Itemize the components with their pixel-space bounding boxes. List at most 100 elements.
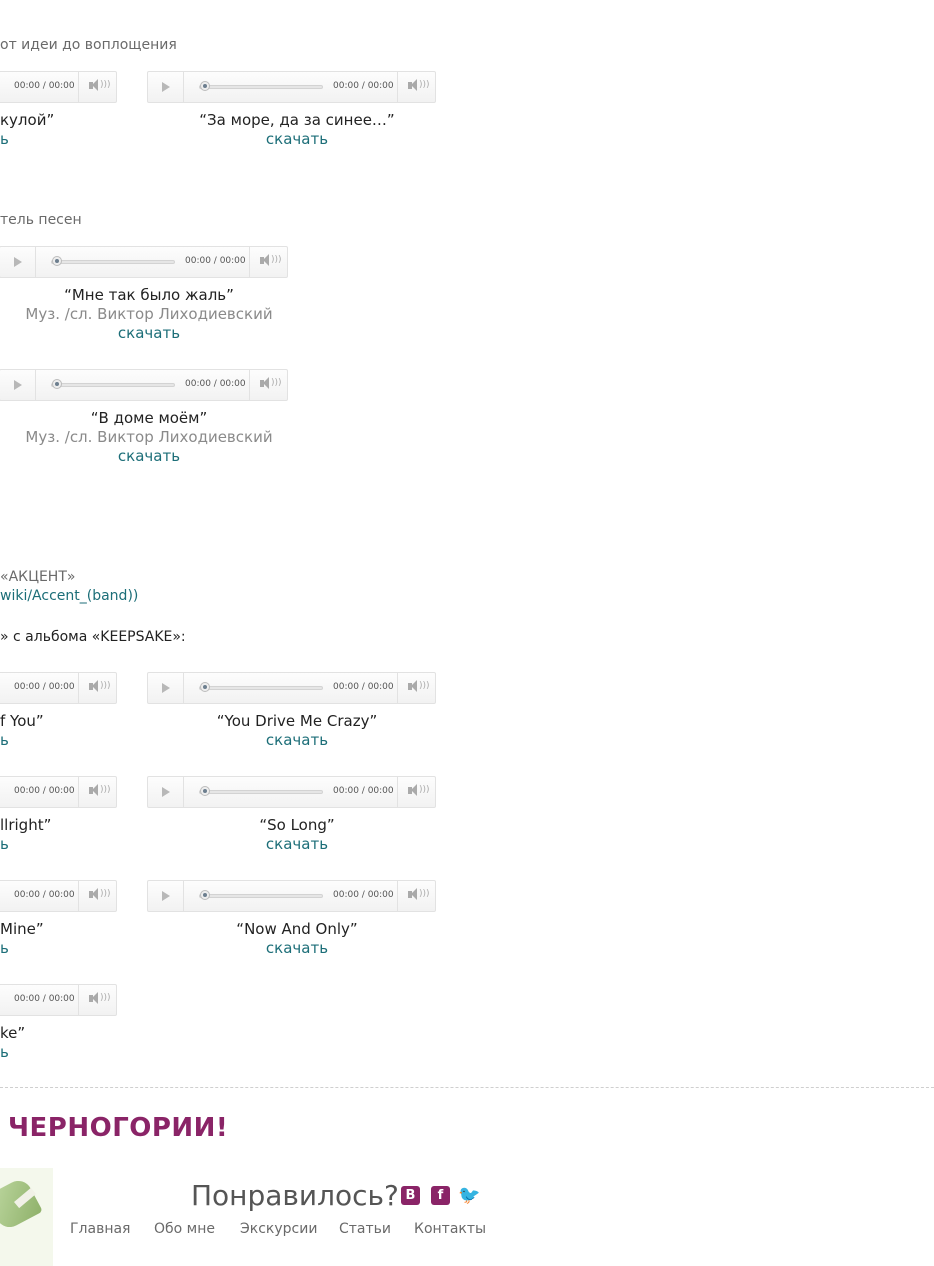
volume-button[interactable]: ))) [397, 673, 435, 703]
play-button[interactable] [148, 673, 184, 703]
progress-handle[interactable] [200, 890, 210, 900]
time-display: 00:00 / 00:00 [333, 682, 394, 692]
time-display: 00:00 / 00:00 [14, 682, 75, 692]
play-button[interactable] [148, 881, 184, 911]
time-display: 00:00 / 00:00 [14, 786, 75, 796]
twitter-icon[interactable]: 🐦 [458, 1186, 480, 1205]
section-heading: от идеи до воплощения [0, 37, 177, 53]
audio-player[interactable]: 00:00 / 00:00 ))) [0, 246, 288, 278]
progress-track[interactable] [51, 260, 175, 264]
volume-button[interactable]: ))) [78, 985, 116, 1015]
nav-home[interactable]: Главная [70, 1221, 130, 1237]
progress-track[interactable] [199, 686, 323, 690]
track-title: “За море, да за синее…” [199, 111, 395, 129]
download-link[interactable]: ь [0, 731, 9, 749]
audio-player[interactable]: 00:00 / 00:00 ))) [147, 71, 436, 103]
progress-track[interactable] [199, 894, 323, 898]
play-button[interactable] [148, 777, 184, 807]
track-author: Муз. /сл. Виктор Лиходиевский [25, 428, 273, 446]
volume-icon: ))) [100, 889, 111, 899]
time-display: 00:00 / 00:00 [185, 379, 246, 389]
progress-handle[interactable] [52, 256, 62, 266]
nav-articles[interactable]: Статьи [339, 1221, 391, 1237]
track-author: Муз. /сл. Виктор Лиходиевский [25, 305, 273, 323]
map-thumbnail[interactable] [0, 1168, 53, 1266]
volume-icon: ))) [100, 681, 111, 691]
progress-handle[interactable] [52, 379, 62, 389]
time-display: 00:00 / 00:00 [14, 890, 75, 900]
audio-player[interactable]: 00:00 / 00:00 ))) [0, 984, 117, 1016]
download-link[interactable]: ь [0, 939, 9, 957]
volume-icon: ))) [271, 378, 282, 388]
track-title: “В доме моём” [90, 409, 208, 427]
track-title: ke” [0, 1024, 26, 1042]
download-link[interactable]: скачать [266, 731, 328, 749]
promo-heading: ЧЕРНОГОРИИ! [8, 1113, 229, 1143]
progress-track[interactable] [199, 85, 323, 89]
volume-icon: ))) [100, 993, 111, 1003]
volume-icon: ))) [100, 80, 111, 90]
volume-button[interactable]: ))) [78, 72, 116, 102]
download-link[interactable]: ь [0, 1043, 9, 1061]
divider [0, 1087, 934, 1088]
band-name: «АКЦЕНТ» [0, 569, 76, 585]
progress-handle[interactable] [200, 682, 210, 692]
track-title: “So Long” [259, 816, 335, 834]
download-link[interactable]: ь [0, 130, 9, 148]
audio-player[interactable]: 00:00 / 00:00 ))) [147, 776, 436, 808]
audio-player[interactable]: 00:00 / 00:00 ))) [0, 776, 117, 808]
track-title: кулой” [0, 111, 55, 129]
volume-button[interactable]: ))) [78, 673, 116, 703]
audio-player[interactable]: 00:00 / 00:00 ))) [0, 672, 117, 704]
volume-icon: ))) [100, 785, 111, 795]
download-link[interactable]: ь [0, 835, 9, 853]
time-display: 00:00 / 00:00 [333, 81, 394, 91]
audio-player[interactable]: 00:00 / 00:00 ))) [0, 369, 288, 401]
download-link[interactable]: скачать [266, 130, 328, 148]
progress-handle[interactable] [200, 81, 210, 91]
track-title: “Now And Only” [236, 920, 358, 938]
time-display: 00:00 / 00:00 [14, 994, 75, 1004]
volume-button[interactable]: ))) [78, 777, 116, 807]
audio-player[interactable]: 00:00 / 00:00 ))) [147, 880, 436, 912]
download-link[interactable]: скачать [118, 447, 180, 465]
progress-handle[interactable] [200, 786, 210, 796]
track-title: f You” [0, 712, 44, 730]
like-prompt: Понравилось? [191, 1179, 399, 1212]
track-title: “You Drive Me Crazy” [216, 712, 378, 730]
audio-player[interactable]: 00:00 / 00:00 ))) [0, 71, 117, 103]
volume-button[interactable]: ))) [78, 881, 116, 911]
progress-track[interactable] [199, 790, 323, 794]
audio-player[interactable]: 00:00 / 00:00 ))) [147, 672, 436, 704]
download-link[interactable]: скачать [266, 939, 328, 957]
time-display: 00:00 / 00:00 [333, 890, 394, 900]
track-title: llright” [0, 816, 52, 834]
progress-track[interactable] [51, 383, 175, 387]
volume-button[interactable]: ))) [397, 777, 435, 807]
play-button[interactable] [0, 370, 36, 400]
audio-player[interactable]: 00:00 / 00:00 ))) [0, 880, 117, 912]
download-link[interactable]: скачать [266, 835, 328, 853]
volume-button[interactable]: ))) [397, 72, 435, 102]
volume-icon: ))) [271, 255, 282, 265]
nav-tours[interactable]: Экскурсии [240, 1221, 317, 1237]
track-title: “Мне так было жаль” [64, 286, 234, 304]
nav-contacts[interactable]: Контакты [414, 1221, 486, 1237]
facebook-icon[interactable]: f [431, 1186, 450, 1205]
volume-icon: ))) [419, 80, 430, 90]
volume-button[interactable]: ))) [249, 247, 287, 277]
section-heading: тель песен [0, 212, 82, 228]
play-button[interactable] [148, 72, 184, 102]
download-link[interactable]: скачать [118, 324, 180, 342]
time-display: 00:00 / 00:00 [333, 786, 394, 796]
album-line: » с альбома «KEEPSAKE»: [0, 629, 186, 645]
volume-button[interactable]: ))) [397, 881, 435, 911]
volume-button[interactable]: ))) [249, 370, 287, 400]
track-title: Mine” [0, 920, 44, 938]
play-button[interactable] [0, 247, 36, 277]
band-wiki-link[interactable]: wiki/Accent_(band)) [0, 588, 138, 604]
volume-icon: ))) [419, 785, 430, 795]
vk-icon[interactable]: B [401, 1186, 420, 1205]
nav-about[interactable]: Обо мне [154, 1221, 215, 1237]
volume-icon: ))) [419, 889, 430, 899]
